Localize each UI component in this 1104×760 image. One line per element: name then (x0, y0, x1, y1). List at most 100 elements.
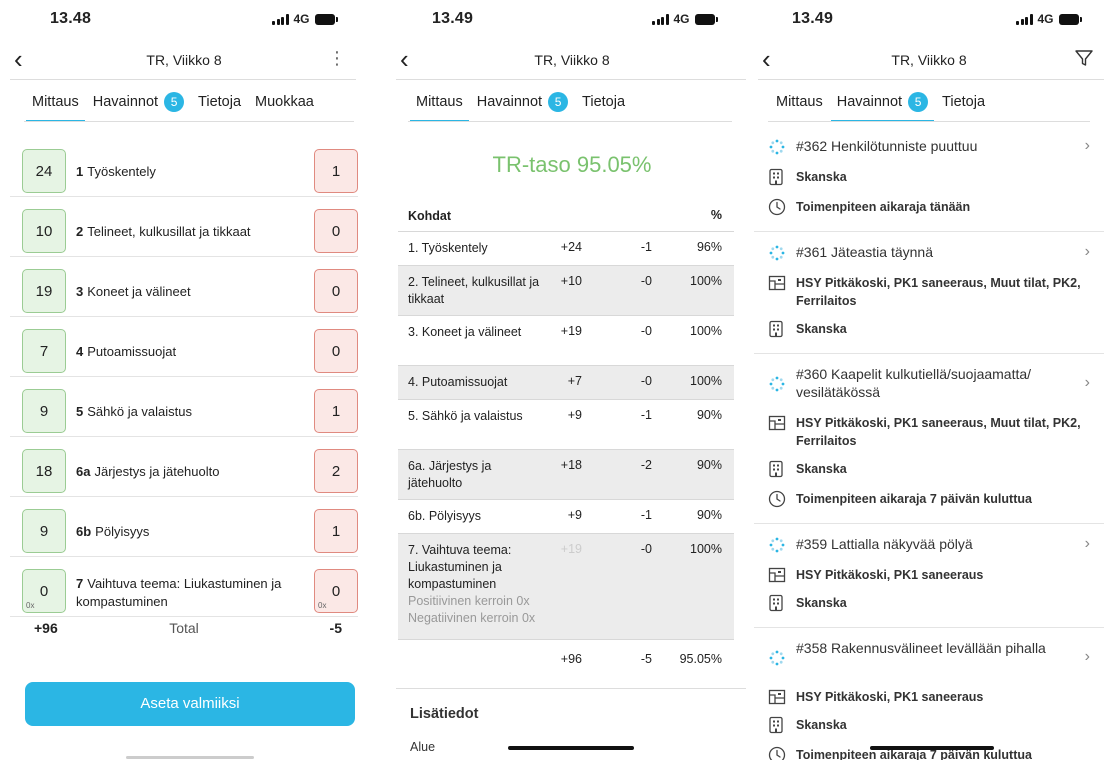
observation-company: Skanska (796, 170, 847, 184)
battery-icon (1058, 13, 1082, 25)
row-percent: 90% (696, 458, 722, 472)
measurement-row: 9 6b Pölyisyys 1 (10, 497, 358, 557)
item-number: 5 (76, 404, 84, 419)
tab-havainnot[interactable]: Havainnot 5 (476, 92, 569, 120)
measurement-row: 9 5 Sähkö ja valaistus 1 (10, 377, 358, 437)
row-percent: 96% (696, 240, 722, 254)
table-total-row: +96 -5 95.05% (398, 640, 734, 686)
section-title: Lisätiedot (410, 706, 479, 722)
location-icon (768, 566, 786, 584)
page-title: TR, Viikko 8 (891, 52, 967, 68)
header-divider (758, 79, 1104, 80)
item-label: Työskentely (87, 164, 156, 179)
status-spinner-icon (768, 138, 786, 161)
observation-card[interactable]: #360 Kaapelit kulkutiellä/suojaamatta/ v… (754, 354, 1104, 524)
chevron-right-icon: › (1084, 648, 1090, 665)
tab-label: Havainnot (476, 94, 543, 110)
observation-deadline: Toimenpiteen aikaraja tänään (796, 200, 971, 214)
positive-counter[interactable]: 0 0x (22, 569, 66, 613)
table-row: 4. Putoamissuojat +7 -0 100% (398, 366, 734, 400)
company-icon (768, 594, 786, 612)
status-spinner-icon (768, 649, 786, 672)
negative-counter[interactable]: 1 (314, 389, 358, 433)
network-label: 4G (293, 12, 310, 26)
positive-counter[interactable]: 24 (22, 149, 66, 193)
tabs-divider (24, 121, 354, 122)
tab-mittaus[interactable]: Mittaus (776, 92, 823, 120)
table-header: Kohdat % (398, 200, 734, 232)
filter-icon[interactable] (1074, 48, 1094, 73)
observation-card[interactable]: #362 Henkilötunniste puuttuu › Skanska Toim… (754, 126, 1104, 232)
row-percent: 100% (690, 274, 722, 288)
negative-counter[interactable]: 0 (314, 269, 358, 313)
tab-mittaus[interactable]: Mittaus (410, 92, 469, 122)
tab-tietoja[interactable]: Tietoja (582, 92, 625, 120)
positive-counter[interactable]: 7 (22, 329, 66, 373)
observation-card[interactable]: #359 Lattialla näkyvää pölyä › HSY Pitkäko… (754, 524, 1104, 628)
status-time: 13.49 (432, 10, 474, 27)
row-positive: +18 (560, 458, 582, 472)
observation-card[interactable]: #358 Rakennusvälineet levällään pihalla ›… (754, 628, 1104, 760)
signal-icon (1016, 13, 1033, 25)
positive-counter[interactable]: 9 (22, 509, 66, 553)
table-row: 5. Sähkö ja valaistus +9 -1 90% (398, 400, 734, 450)
negative-counter[interactable]: 2 (314, 449, 358, 493)
positive-value: 10 (35, 222, 53, 240)
row-percent: 100% (690, 374, 722, 388)
table-row: 6a. Järjestys ja jätehuolto +18 -2 90% (398, 450, 734, 500)
status-spinner-icon (768, 536, 786, 559)
tab-label: Tietoja (582, 94, 626, 110)
measurement-label: 4 Putoamissuojat (76, 343, 298, 361)
row-name: 1. Työskentely (408, 241, 488, 255)
row-name-cell: 6b. Pölyisyys (408, 508, 548, 525)
area-label: Alue (410, 740, 436, 754)
tab-mittaus[interactable]: Mittaus (26, 92, 85, 122)
negative-counter[interactable]: 0 0x (314, 569, 358, 613)
header-divider (396, 79, 746, 80)
positive-counter[interactable]: 9 (22, 389, 66, 433)
positive-counter[interactable]: 18 (22, 449, 66, 493)
negative-counter[interactable]: 1 (314, 149, 358, 193)
observation-card[interactable]: #361 Jäteastia täynnä › HSY Pitkäkoski, PK… (754, 232, 1104, 354)
table-row: 2. Telineet, kulkusillat ja tikkaat +10 -0… (398, 266, 734, 316)
signal-icon (272, 13, 289, 25)
tab-havainnot[interactable]: Havainnot 5 (830, 92, 935, 122)
measurement-row: 10 2 Telineet, kulkusillat ja tikkaat 0 (10, 197, 358, 257)
status-time: 13.49 (792, 10, 834, 27)
tab-bar: Mittaus Havainnot 5 Tietoja (776, 92, 985, 122)
measurement-label: 6a Järjestys ja jätehuolto (76, 463, 298, 481)
more-menu-icon[interactable]: ⋮ (328, 48, 346, 69)
status-spinner-icon (768, 375, 786, 398)
positive-counter[interactable]: 10 (22, 209, 66, 253)
set-ready-button[interactable]: Aseta valmiiksi (25, 682, 355, 726)
tab-tietoja[interactable]: Tietoja (198, 92, 241, 120)
status-spinner-icon (768, 244, 786, 267)
row-name-cell: 5. Sähkö ja valaistus (408, 408, 548, 425)
row-name-cell: 6a. Järjestys ja jätehuolto (408, 458, 548, 492)
item-number: 6a (76, 464, 91, 479)
tab-tietoja[interactable]: Tietoja (942, 92, 985, 120)
negative-value: 0 (331, 342, 341, 360)
negative-value: 1 (331, 162, 341, 180)
tab-havainnot[interactable]: Havainnot 5 (93, 92, 185, 120)
row-positive: +24 (560, 240, 582, 254)
measurement-label: 5 Sähkö ja valaistus (76, 403, 298, 421)
negative-multiplier-note: Negatiivinen kerroin 0x (408, 611, 536, 625)
row-name: 3. Koneet ja välineet (408, 325, 522, 339)
measurement-row: 0 0x 7 Vaihtuva teema: Liukastuminen ja kom… (10, 557, 358, 617)
row-negative: -0 (640, 274, 652, 288)
measurement-label: 1 Työskentely (76, 163, 298, 181)
positive-counter[interactable]: 19 (22, 269, 66, 313)
company-icon (768, 716, 786, 734)
negative-value: 1 (331, 522, 341, 540)
item-number: 6b (76, 524, 92, 539)
home-indicator (508, 746, 634, 750)
nav-header: ‹ TR, Viikko 8 (378, 46, 746, 76)
negative-value: 0 (331, 282, 341, 300)
location-icon (768, 414, 786, 432)
negative-counter[interactable]: 1 (314, 509, 358, 553)
negative-counter[interactable]: 0 (314, 329, 358, 373)
tab-muokkaa[interactable]: Muokkaa (255, 92, 314, 120)
status-time: 13.48 (50, 10, 92, 27)
negative-counter[interactable]: 0 (314, 209, 358, 253)
